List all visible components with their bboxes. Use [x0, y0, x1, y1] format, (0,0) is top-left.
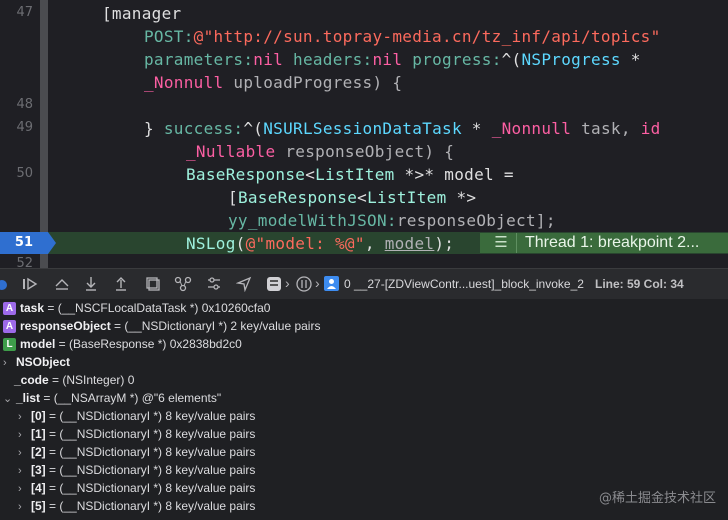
view-hierarchy-icon[interactable] — [144, 276, 160, 292]
breakpoint-line-number: 51 — [14, 235, 33, 250]
array-element-row[interactable]: › [3] = (__NSDictionaryI *) 8 key/value p… — [18, 461, 255, 479]
code-line: POST:@"http://sun.topray-media.cn/tz_inf… — [144, 27, 661, 46]
variable-row[interactable]: ⌄ _list = (__NSArrayM *) @"6 elements" — [3, 389, 221, 407]
thread-breakpoint-badge[interactable]: ☰ Thread 1: breakpoint 2... — [480, 233, 728, 253]
thread-icon[interactable] — [296, 276, 312, 292]
code-line: } success:^(NSURLSessionDataTask * _Nonn… — [144, 119, 661, 138]
code-line: BaseResponse<ListItem *>* model = — [186, 165, 514, 184]
array-element-row[interactable]: › [0] = (__NSDictionaryI *) 8 key/value p… — [18, 407, 255, 425]
argument-badge-icon: A — [3, 320, 16, 333]
array-element-row[interactable]: › [1] = (__NSDictionaryI *) 8 key/value p… — [18, 425, 255, 443]
array-element-row[interactable]: › [2] = (__NSDictionaryI *) 8 key/value p… — [18, 443, 255, 461]
change-stripe — [40, 0, 48, 268]
code-line-current: NSLog(@"model: %@", model); — [186, 234, 455, 253]
variable-row[interactable]: Lmodel = (BaseResponse *) 0x2838bd2c0 — [3, 335, 242, 353]
line-number: 52 — [16, 256, 33, 268]
hamburger-icon[interactable]: ☰ — [488, 233, 514, 253]
variable-row[interactable]: AresponseObject = (__NSDictionaryI *) 2 … — [3, 317, 320, 335]
disclosure-triangle-icon[interactable]: › — [18, 444, 28, 462]
variable-row[interactable]: _code = (NSInteger) 0 — [14, 371, 134, 389]
hide-debug-area-icon[interactable] — [0, 279, 8, 291]
disclosure-triangle-open-icon[interactable]: ⌄ — [3, 390, 13, 408]
disclosure-triangle-icon[interactable]: › — [18, 498, 28, 516]
step-over-icon[interactable] — [54, 277, 70, 291]
variables-view[interactable]: Atask = (__NSCFLocalDataTask *) 0x10260c… — [0, 299, 728, 520]
step-into-icon[interactable] — [84, 276, 98, 292]
disclosure-triangle-icon[interactable]: › — [18, 480, 28, 498]
app-target-icon[interactable] — [266, 276, 282, 292]
array-element-row[interactable]: › [4] = (__NSDictionaryI *) 8 key/value p… — [18, 479, 255, 497]
badge-separator — [516, 233, 517, 253]
line-number: 47 — [16, 5, 33, 20]
line-number: 49 — [16, 120, 33, 135]
step-out-icon[interactable] — [114, 276, 128, 292]
breadcrumb-chevron-icon: › — [315, 275, 320, 291]
code-editor[interactable]: 47 48 49 50 51 52 [manager POST:@"http:/… — [0, 0, 728, 268]
breadcrumb-chevron-icon: › — [285, 275, 290, 291]
argument-badge-icon: A — [3, 302, 16, 315]
line-number: 50 — [16, 166, 33, 181]
code-line: parameters:nil headers:nil progress:^(NS… — [144, 50, 641, 69]
thread-badge-label: Thread 1: breakpoint 2... — [525, 234, 700, 251]
disclosure-triangle-icon[interactable]: › — [18, 426, 28, 444]
line-column-indicator: Line: 59 Col: 34 — [595, 277, 684, 291]
stack-frame-icon[interactable] — [324, 276, 339, 291]
debug-toolbar: › › 0 __27-[ZDViewContr...uest]_block_in… — [0, 268, 728, 300]
array-element-row[interactable]: › [5] = (__NSDictionaryI *) 8 key/value p… — [18, 497, 255, 515]
continue-icon[interactable] — [22, 277, 38, 291]
memory-graph-icon[interactable] — [174, 276, 192, 292]
code-line: [BaseResponse<ListItem *> — [228, 188, 477, 207]
variable-row[interactable]: Atask = (__NSCFLocalDataTask *) 0x10260c… — [3, 299, 270, 317]
simulate-location-icon[interactable] — [236, 276, 252, 292]
disclosure-triangle-icon[interactable]: › — [18, 408, 28, 426]
breadcrumb-frame[interactable]: 0 __27-[ZDViewContr...uest]_block_invoke… — [344, 277, 584, 291]
line-number: 48 — [16, 97, 33, 112]
code-line: [manager — [102, 4, 182, 23]
disclosure-triangle-icon[interactable]: › — [18, 462, 28, 480]
code-line: _Nonnull uploadProgress) { — [144, 73, 403, 92]
watermark: @稀土掘金技术社区 — [598, 491, 716, 506]
disclosure-triangle-icon[interactable]: › — [3, 354, 13, 372]
local-badge-icon: L — [3, 338, 16, 351]
environment-overrides-icon[interactable] — [206, 276, 222, 292]
code-line: yy_modelWithJSON:responseObject]; — [228, 211, 556, 230]
variable-row[interactable]: › NSObject — [3, 353, 70, 371]
code-line: _Nullable responseObject) { — [186, 142, 455, 161]
